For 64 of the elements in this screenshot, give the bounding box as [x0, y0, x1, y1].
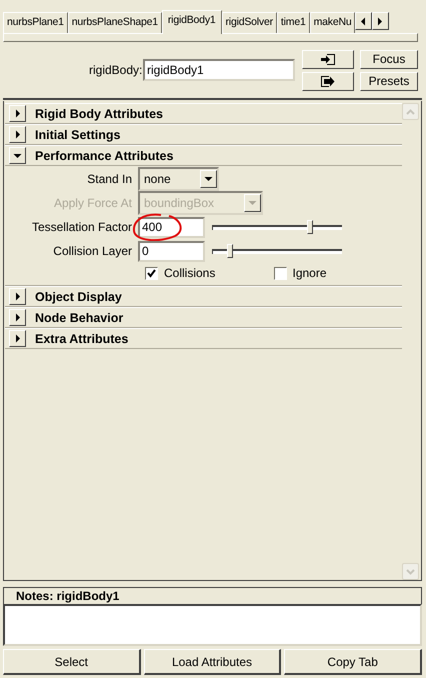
- left-arrow-icon: [360, 16, 366, 26]
- slider-track[interactable]: [212, 244, 342, 258]
- slider-thumb[interactable]: [307, 220, 314, 234]
- slider-track[interactable]: [212, 220, 342, 234]
- attribute-label: Collision Layer: [52, 244, 133, 258]
- tab[interactable]: time1: [276, 12, 310, 33]
- section-header[interactable]: Initial Settings: [5, 124, 402, 145]
- slider-thumb[interactable]: [226, 244, 233, 258]
- checkbox[interactable]: [274, 266, 286, 280]
- action-button[interactable]: Copy Tab: [284, 649, 422, 675]
- section-header[interactable]: Rigid Body Attributes: [5, 103, 402, 124]
- checkbox-label: Ignore: [292, 266, 327, 280]
- dropdown-arrow-icon: [248, 200, 257, 206]
- export-button[interactable]: [302, 72, 354, 90]
- input-field[interactable]: 0: [138, 240, 205, 262]
- scroll-left-button[interactable]: [354, 12, 372, 30]
- expand-toggle[interactable]: [9, 126, 26, 143]
- section-title: Object Display: [35, 290, 122, 304]
- section-title: Initial Settings: [35, 128, 120, 142]
- expand-toggle[interactable]: [9, 288, 26, 305]
- attribute-label: Tessellation Factor: [30, 220, 133, 234]
- input-field[interactable]: 400: [138, 216, 205, 238]
- section-header[interactable]: Performance Attributes: [5, 145, 402, 166]
- tab[interactable]: rigidBody1: [162, 10, 222, 34]
- expand-arrow-icon: [14, 334, 20, 343]
- section-header[interactable]: Extra Attributes: [5, 328, 402, 349]
- notes-field[interactable]: [3, 604, 422, 646]
- collapse-arrow-icon: [13, 152, 22, 158]
- attribute-label: Apply Force At: [52, 196, 133, 210]
- section-header[interactable]: Node Behavior: [5, 307, 402, 328]
- arrow-into-box-icon: [321, 54, 335, 64]
- expand-toggle[interactable]: [9, 309, 26, 326]
- section-header[interactable]: Object Display: [5, 286, 402, 307]
- checkbox-label: Collisions: [164, 266, 216, 280]
- notes-title: Notes: rigidBody1: [16, 589, 120, 603]
- tab[interactable]: nurbsPlane1: [3, 12, 68, 33]
- focus-button[interactable]: Focus: [360, 50, 418, 68]
- section-title: Node Behavior: [35, 310, 124, 324]
- load-button[interactable]: [302, 50, 354, 68]
- section-title: Performance Attributes: [35, 148, 174, 162]
- presets-button[interactable]: Presets: [360, 72, 418, 90]
- expand-toggle[interactable]: [9, 330, 26, 347]
- scroll-right-button[interactable]: [372, 12, 389, 30]
- section-title: Extra Attributes: [35, 332, 128, 346]
- expand-toggle[interactable]: [9, 105, 26, 122]
- action-button[interactable]: Select: [3, 649, 141, 675]
- expand-arrow-icon: [14, 292, 20, 301]
- dropdown-arrow-icon: [204, 176, 213, 182]
- node-name-field[interactable]: rigidBody1: [143, 59, 295, 81]
- tab[interactable]: makeNu: [310, 12, 355, 33]
- expand-arrow-icon: [14, 130, 20, 139]
- dropdown[interactable]: none: [138, 167, 219, 191]
- section-title: Rigid Body Attributes: [35, 106, 164, 120]
- expand-toggle[interactable]: [9, 147, 26, 164]
- attribute-label: Stand In: [86, 172, 133, 186]
- expand-arrow-icon: [14, 313, 20, 322]
- tab[interactable]: rigidSolver: [222, 12, 277, 33]
- node-label: rigidBody:: [89, 63, 139, 77]
- checkbox[interactable]: [145, 266, 158, 280]
- action-button[interactable]: Load Attributes: [144, 649, 282, 675]
- right-arrow-icon: [377, 16, 384, 26]
- arrow-out-of-box-icon: [321, 76, 335, 86]
- expand-arrow-icon: [14, 109, 20, 118]
- tab[interactable]: nurbsPlaneShape1: [68, 12, 162, 33]
